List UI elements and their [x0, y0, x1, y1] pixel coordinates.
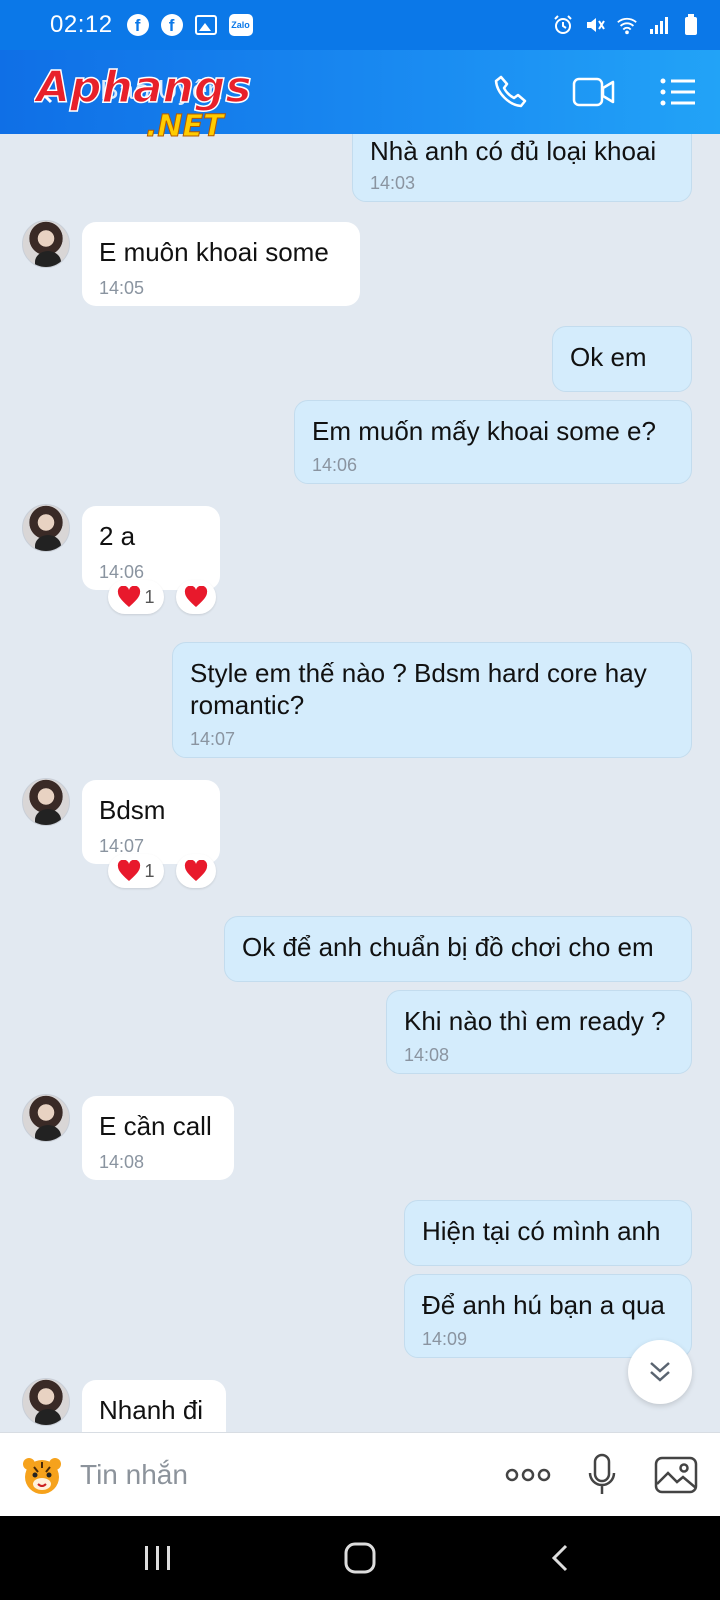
notification-icons: f f Zalo: [126, 14, 253, 36]
message-time: 14:06: [99, 562, 145, 582]
chat-header: Bảo Uyên Aphangs .NET: [0, 50, 720, 138]
reaction-count: 1: [144, 586, 155, 607]
message-text: Để anh hú bạn a qua: [422, 1290, 665, 1320]
message-text: E cần call: [99, 1111, 212, 1141]
message-time: 14:05: [99, 278, 145, 298]
message-time: 14:07: [190, 729, 236, 749]
phone-icon: [494, 75, 527, 108]
image-icon: [654, 1456, 698, 1494]
avatar[interactable]: [22, 220, 70, 268]
message-text: Ok để anh chuẩn bị đồ chơi cho em: [242, 932, 654, 962]
back-nav-icon: [551, 1544, 568, 1572]
zalo-icon: Zalo: [228, 14, 253, 36]
video-call-icon: [572, 77, 615, 107]
more-options-icon: [505, 1468, 551, 1482]
more-options-button[interactable]: [504, 1451, 552, 1499]
message-text: E muôn khoai some: [99, 237, 329, 267]
message-time: 14:08: [404, 1045, 450, 1065]
message-list[interactable]: Nhà anh có đủ loại khoai 14:03 E muôn kh…: [0, 134, 720, 1432]
avatar[interactable]: [22, 1378, 70, 1426]
reaction-summary[interactable]: 1: [108, 580, 164, 614]
mute-icon: [584, 14, 606, 36]
message-text: Khi nào thì em ready ?: [404, 1006, 666, 1036]
facebook-icon: f: [160, 14, 183, 36]
message-text: Style em thế nào ? Bdsm hard core hay ro…: [190, 658, 647, 720]
status-time: 02:12: [50, 11, 113, 38]
outgoing-message[interactable]: Nhà anh có đủ loại khoai 14:03: [352, 134, 692, 202]
avatar[interactable]: [22, 504, 70, 552]
send-image-button[interactable]: [652, 1451, 700, 1499]
message-text: Nhà anh có đủ loại khoai: [370, 136, 657, 166]
recent-apps-button[interactable]: [134, 1534, 182, 1582]
message-text: 2 a: [99, 521, 136, 551]
outgoing-message[interactable]: Khi nào thì em ready ? 14:08: [386, 990, 692, 1074]
heart-icon: [118, 860, 141, 881]
back-nav-button[interactable]: [536, 1534, 584, 1582]
recent-apps-icon: [145, 1546, 170, 1570]
aphangs-watermark-logo: Aphangs .NET: [34, 61, 252, 138]
battery-icon: [680, 14, 702, 36]
alarm-icon: [552, 14, 574, 36]
phone-call-button[interactable]: [488, 70, 532, 114]
scroll-to-bottom-button[interactable]: [628, 1340, 692, 1404]
sticker-icon[interactable]: [20, 1453, 64, 1497]
wifi-icon: [616, 14, 638, 36]
conversation-menu-button[interactable]: [656, 70, 700, 114]
home-button[interactable]: [336, 1534, 384, 1582]
system-icons: [552, 14, 702, 36]
heart-icon: [184, 860, 208, 881]
message-time: 14:03: [370, 173, 416, 193]
incoming-message[interactable]: E muôn khoai some 14:05: [82, 222, 360, 306]
outgoing-message[interactable]: Ok để anh chuẩn bị đồ chơi cho em: [224, 916, 692, 982]
message-composer: [0, 1432, 720, 1516]
react-button[interactable]: [176, 854, 216, 888]
message-text: Nhanh đi: [99, 1395, 204, 1425]
outgoing-message[interactable]: Hiện tại có mình anh: [404, 1200, 692, 1266]
message-input[interactable]: [80, 1453, 460, 1497]
message-time: 14:08: [99, 1152, 145, 1172]
message-text: Em muốn mấy khoai some e?: [312, 416, 656, 446]
incoming-message[interactable]: Nhanh đi: [82, 1380, 226, 1432]
svg-text:Aphangs: Aphangs: [34, 62, 252, 113]
outgoing-message[interactable]: Style em thế nào ? Bdsm hard core hay ro…: [172, 642, 692, 758]
message-time: 14:06: [312, 455, 358, 475]
video-call-button[interactable]: [572, 70, 616, 114]
system-navigation-bar: [0, 1516, 720, 1600]
message-time: 14:07: [99, 836, 145, 856]
status-bar: 02:12 f f Zalo: [0, 0, 720, 50]
outgoing-message[interactable]: Ok em: [552, 326, 692, 392]
microphone-icon: [588, 1453, 616, 1494]
double-chevron-down-icon: [650, 1362, 670, 1382]
incoming-message[interactable]: E cần call 14:08: [82, 1096, 234, 1180]
message-text: Ok em: [570, 342, 647, 372]
message-time: 14:09: [422, 1329, 468, 1349]
react-button[interactable]: [176, 580, 216, 614]
signal-icon: [648, 14, 670, 36]
voice-message-button[interactable]: [578, 1451, 626, 1499]
avatar[interactable]: [22, 1094, 70, 1142]
gallery-icon: [194, 15, 217, 35]
outgoing-message[interactable]: Em muốn mấy khoai some e? 14:06: [294, 400, 692, 484]
menu-list-icon: [660, 78, 695, 106]
heart-icon: [118, 586, 141, 607]
reaction-summary[interactable]: 1: [108, 854, 164, 888]
reaction-count: 1: [144, 860, 155, 881]
incoming-message[interactable]: Bdsm 14:07: [82, 780, 220, 864]
home-icon: [344, 1542, 376, 1574]
avatar[interactable]: [22, 778, 70, 826]
incoming-message[interactable]: 2 a 14:06: [82, 506, 220, 590]
message-text: Bdsm: [99, 795, 166, 825]
message-text: Hiện tại có mình anh: [422, 1216, 661, 1246]
heart-icon: [184, 586, 208, 607]
facebook-icon: f: [126, 14, 149, 36]
